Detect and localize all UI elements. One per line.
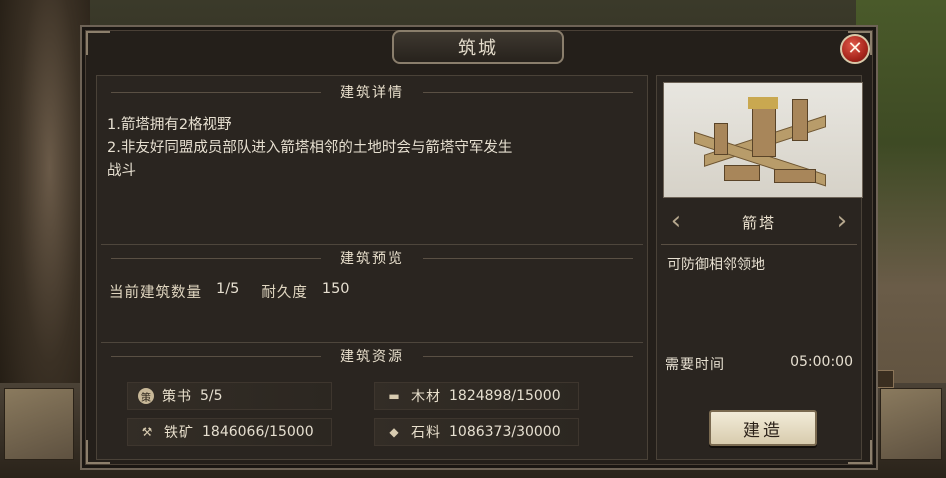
details-text: 1.箭塔拥有2格视野 2.非友好同盟成员部队进入箭塔相邻的土地时会与箭塔守军发生… — [107, 114, 637, 183]
tower — [752, 107, 776, 157]
header-line — [111, 356, 321, 357]
resource-stone: ◆ 石料 1086373/30000 — [374, 418, 579, 446]
barracks — [724, 165, 760, 181]
header-line — [111, 92, 321, 93]
timber-icon: ▬ — [388, 389, 400, 403]
building-thumbnail-right[interactable] — [880, 388, 942, 460]
time-label: 需要时间 — [665, 357, 725, 373]
durability-value: 150 — [321, 281, 350, 297]
building-image — [663, 82, 863, 198]
iron-anvil-icon: ⚒ — [141, 425, 153, 439]
details-section-header: 建筑详情 — [97, 80, 647, 104]
game-scene: 筑城 ✕ 建筑详情 1.箭塔拥有2格视野 2.非友好同盟成员部队进入箭塔相邻的土… — [0, 0, 946, 478]
close-button[interactable]: ✕ — [840, 34, 870, 64]
resource-scroll: 策 策书 5/5 — [127, 382, 332, 410]
dialog-title: 筑城 — [458, 38, 498, 59]
stone-icon: ◆ — [389, 425, 399, 439]
build-time-row: 需要时间 05:00:00 — [665, 354, 853, 374]
detail-line: 战斗 — [107, 163, 136, 179]
resource-name: 木材 — [411, 389, 441, 405]
close-icon: ✕ — [847, 38, 863, 59]
dialog-title-plate: 筑城 — [392, 30, 564, 64]
next-arrow-icon[interactable]: › — [833, 208, 851, 234]
section-divider — [101, 244, 643, 245]
header-line — [423, 356, 633, 357]
name-divider — [661, 244, 857, 245]
barracks — [774, 169, 816, 183]
resource-timber: ▬ 木材 1824898/15000 — [374, 382, 579, 410]
preview-stats: 当前建筑数量 1/5 耐久度 150 — [109, 281, 350, 302]
details-heading: 建筑详情 — [340, 85, 404, 101]
resource-value: 1824898/15000 — [449, 388, 561, 404]
detail-line: 1.箭塔拥有2格视野 — [107, 117, 232, 133]
resources-section-header: 建筑资源 — [97, 344, 647, 368]
resources-heading: 建筑资源 — [340, 349, 404, 365]
resource-name: 铁矿 — [164, 425, 194, 441]
tower-roof — [748, 97, 778, 109]
dialog-corner — [86, 31, 110, 55]
durability-label: 耐久度 — [261, 285, 308, 301]
building-count-value: 1/5 — [216, 281, 240, 297]
build-dialog: 筑城 ✕ 建筑详情 1.箭塔拥有2格视野 2.非友好同盟成员部队进入箭塔相邻的土… — [80, 25, 878, 470]
building-count-label: 当前建筑数量 — [109, 285, 202, 301]
tower — [792, 99, 808, 141]
building-thumbnail-left[interactable] — [4, 388, 74, 460]
building-selector: ‹ 箭塔 › — [657, 202, 861, 242]
building-description: 可防御相邻领地 — [667, 257, 765, 273]
resource-name: 策书 — [162, 389, 192, 405]
building-name: 箭塔 — [741, 213, 776, 232]
resource-value: 5/5 — [200, 388, 223, 404]
resource-iron: ⚒ 铁矿 1846066/15000 — [127, 418, 332, 446]
preview-section-header: 建筑预览 — [97, 246, 647, 270]
section-divider — [101, 342, 643, 343]
resource-value: 1846066/15000 — [202, 424, 314, 440]
header-line — [111, 258, 321, 259]
building-panel: ‹ 箭塔 › 可防御相邻领地 需要时间 05:00:00 建造 — [656, 75, 863, 460]
resource-value: 1086373/30000 — [449, 424, 561, 440]
scroll-badge-icon: 策 — [138, 388, 154, 404]
time-value: 05:00:00 — [790, 354, 853, 370]
prev-arrow-icon[interactable]: ‹ — [667, 208, 685, 234]
header-line — [423, 258, 633, 259]
build-button[interactable]: 建造 — [709, 410, 817, 446]
tower — [714, 123, 728, 155]
info-panel: 建筑详情 1.箭塔拥有2格视野 2.非友好同盟成员部队进入箭塔相邻的土地时会与箭… — [96, 75, 648, 460]
header-line — [423, 92, 633, 93]
preview-heading: 建筑预览 — [340, 251, 404, 267]
resource-name: 石料 — [411, 425, 441, 441]
detail-line: 2.非友好同盟成员部队进入箭塔相邻的土地时会与箭塔守军发生 — [107, 140, 513, 156]
